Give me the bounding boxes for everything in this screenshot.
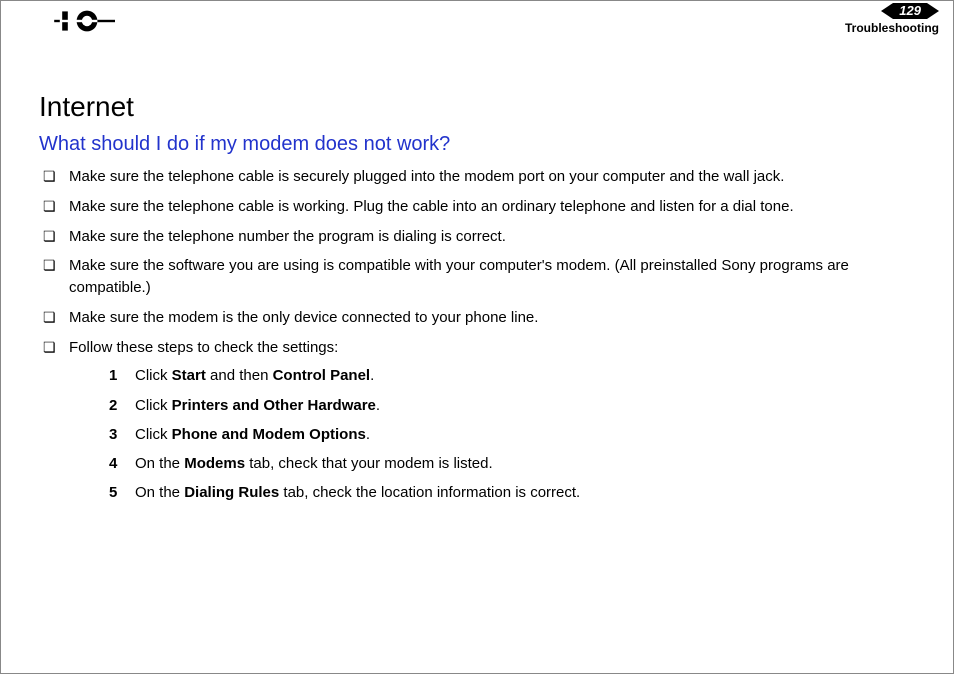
vaio-logo (19, 9, 115, 33)
list-item: Make sure the telephone number the progr… (39, 226, 923, 248)
t-bold: Modems (184, 455, 245, 472)
list-item: Follow these steps to check the settings… (39, 337, 923, 505)
step-item: Click Start and then Control Panel. (109, 364, 923, 387)
list-item: Make sure the modem is the only device c… (39, 307, 923, 329)
t-bold: Dialing Rules (184, 484, 279, 501)
next-page-arrow-icon[interactable] (927, 3, 939, 19)
step-item: On the Dialing Rules tab, check the loca… (109, 481, 923, 504)
t-bold: Start (172, 367, 206, 384)
page-content: Internet What should I do if my modem do… (1, 41, 953, 505)
list-item-text: Follow these steps to check the settings… (69, 339, 338, 356)
faq-question: What should I do if my modem does not wo… (39, 133, 923, 156)
document-page: 129 Troubleshooting Internet What should… (0, 0, 954, 674)
list-item: Make sure the software you are using is … (39, 255, 923, 299)
t: Click (135, 367, 172, 384)
t: . (366, 426, 370, 443)
page-number: 129 (893, 3, 927, 19)
section-label: Troubleshooting (845, 21, 939, 35)
t-bold: Control Panel (273, 367, 371, 384)
step-item: On the Modems tab, check that your modem… (109, 452, 923, 475)
t: On the (135, 484, 184, 501)
t: On the (135, 455, 184, 472)
t: tab, check that your modem is listed. (245, 455, 493, 472)
page-title: Internet (39, 91, 923, 123)
bullet-list: Make sure the telephone cable is securel… (39, 166, 923, 505)
t-bold: Phone and Modem Options (172, 426, 366, 443)
page-header: 129 Troubleshooting (1, 1, 953, 41)
list-item: Make sure the telephone cable is working… (39, 196, 923, 218)
steps-list: Click Start and then Control Panel. Clic… (69, 364, 923, 504)
list-item: Make sure the telephone cable is securel… (39, 166, 923, 188)
t: tab, check the location information is c… (279, 484, 580, 501)
t-bold: Printers and Other Hardware (172, 397, 376, 414)
page-number-badge: 129 (845, 3, 939, 19)
prev-page-arrow-icon[interactable] (881, 3, 893, 19)
t: and then (206, 367, 273, 384)
t: Click (135, 397, 172, 414)
step-item: Click Printers and Other Hardware. (109, 394, 923, 417)
t: . (376, 397, 380, 414)
step-item: Click Phone and Modem Options. (109, 423, 923, 446)
page-indicator: 129 Troubleshooting (845, 3, 939, 35)
t: . (370, 367, 374, 384)
t: Click (135, 426, 172, 443)
